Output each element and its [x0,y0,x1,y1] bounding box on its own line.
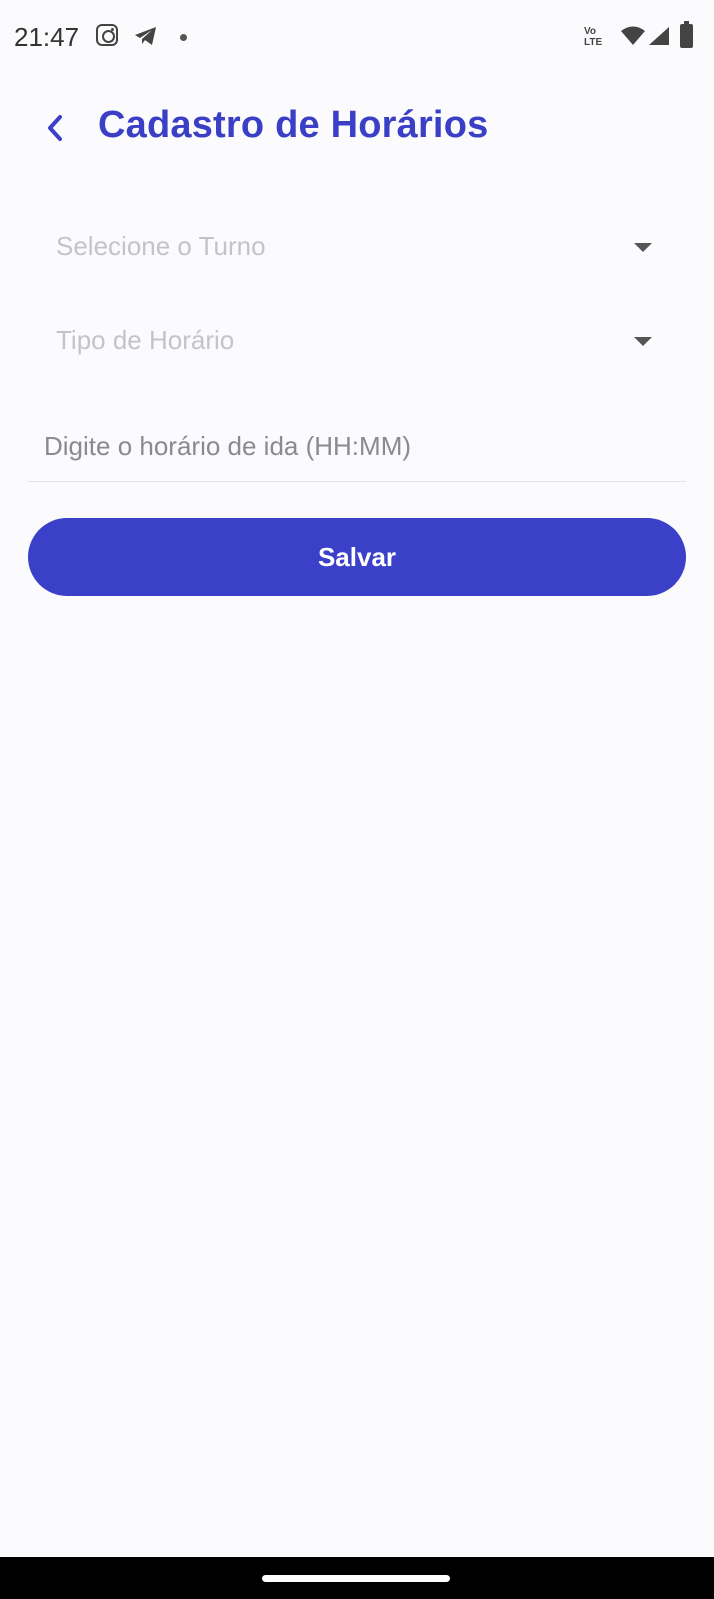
status-time: 21:47 [14,22,80,52]
caret-down-icon [634,243,652,252]
chevron-left-icon[interactable] [38,110,74,146]
wifi-icon [621,26,645,45]
instagram-icon [96,24,118,46]
page-title: Cadastro de Horários [98,104,489,146]
status-bar: 21:47 Vo LTE [0,0,714,78]
time-input-container [28,410,686,482]
caret-down-icon [634,337,652,346]
tipo-horario-dropdown[interactable]: Tipo de Horário [40,307,670,377]
turno-dropdown[interactable]: Selecione o Turno [40,213,670,283]
telegram-icon [135,27,156,45]
time-input[interactable] [44,426,664,466]
volte-label-bottom: LTE [584,37,603,48]
turno-dropdown-placeholder: Selecione o Turno [56,231,266,261]
header: Cadastro de Horários [0,90,714,166]
home-indicator[interactable] [262,1575,450,1582]
signal-icon [649,27,669,45]
volte-indicator: Vo LTE [584,26,602,48]
tipo-horario-dropdown-placeholder: Tipo de Horário [56,325,235,355]
notification-dot-icon [180,34,187,41]
navigation-bar [0,1557,714,1599]
save-button[interactable]: Salvar [28,518,686,596]
app-screen: 21:47 Vo LTE Cadastro de Horários Seleci… [0,0,714,1599]
volte-label-top: Vo [584,26,597,37]
battery-icon [680,21,693,48]
